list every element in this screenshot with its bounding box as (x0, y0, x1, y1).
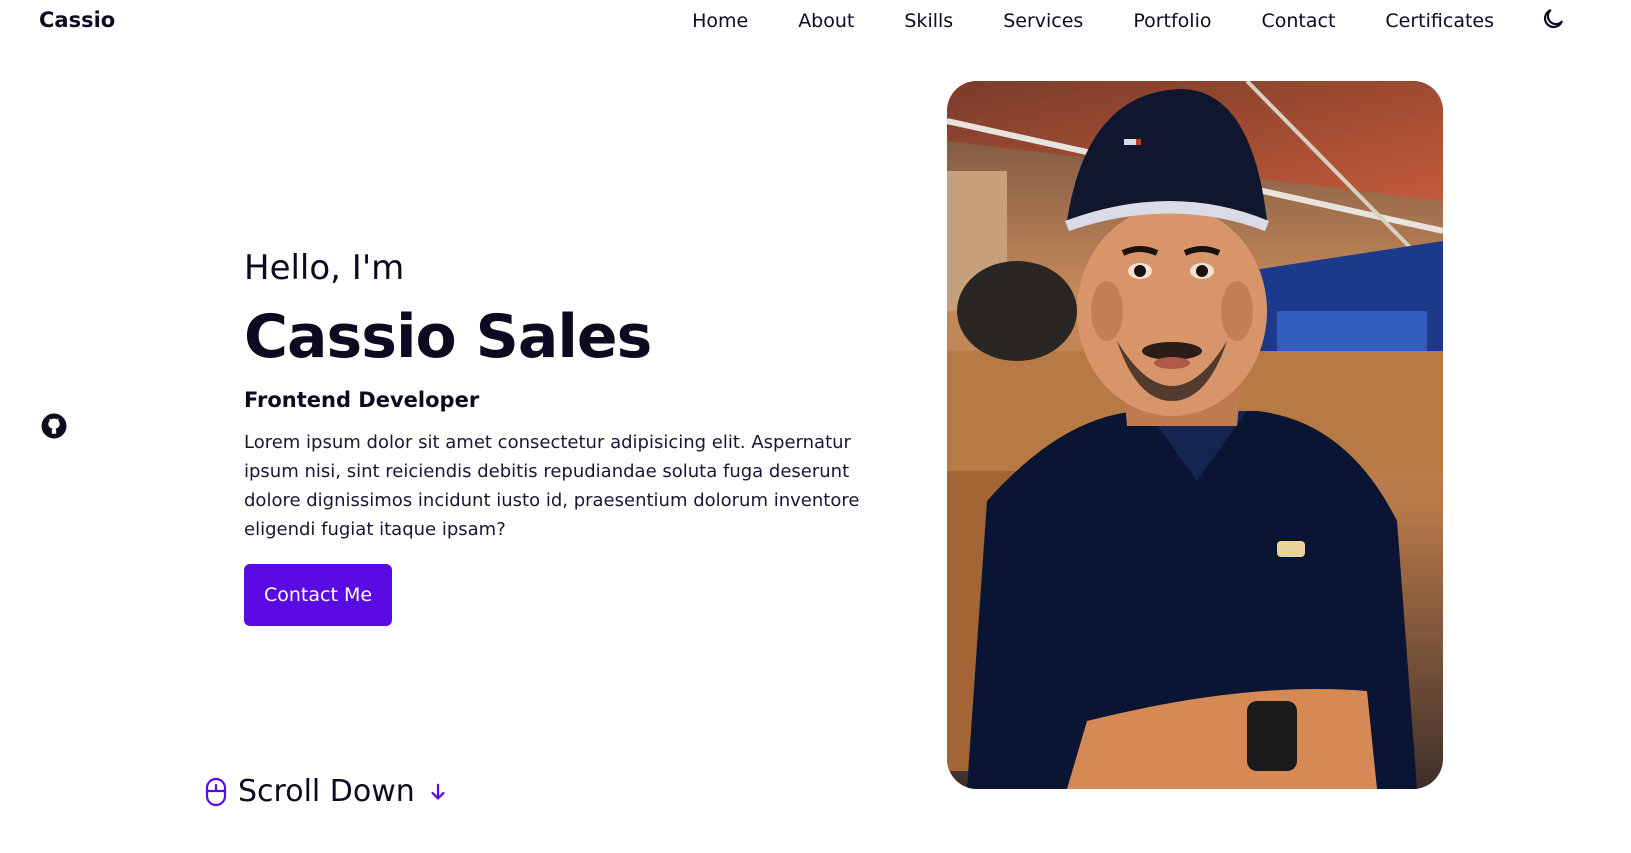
hero-section: Hello, I'm Cassio Sales Frontend Develop… (244, 246, 864, 626)
mouse-icon (204, 777, 228, 807)
moon-icon[interactable] (1540, 6, 1566, 32)
hero-name: Cassio Sales (244, 302, 652, 372)
nav-skills[interactable]: Skills (904, 10, 953, 32)
main-nav: Home About Skills Services Portfolio Con… (692, 10, 1494, 32)
hero-role: Frontend Developer (244, 388, 480, 412)
arrow-down-icon (427, 781, 449, 803)
contact-me-button[interactable]: Contact Me (244, 564, 393, 626)
scroll-down-label: Scroll Down (238, 774, 415, 809)
profile-photo (947, 81, 1443, 789)
nav-home[interactable]: Home (692, 10, 748, 32)
nav-certificates[interactable]: Certificates (1385, 10, 1494, 32)
hero-description: Lorem ipsum dolor sit amet consectetur a… (244, 432, 860, 540)
scroll-down-link[interactable]: Scroll Down (204, 774, 449, 809)
nav-services[interactable]: Services (1003, 10, 1083, 32)
hero-greeting: Hello, I'm (244, 248, 405, 288)
github-icon[interactable] (41, 413, 67, 439)
nav-portfolio[interactable]: Portfolio (1133, 10, 1211, 32)
header: Cassio Home About Skills Services Portfo… (0, 0, 1631, 46)
nav-about[interactable]: About (798, 10, 854, 32)
nav-contact[interactable]: Contact (1261, 10, 1335, 32)
logo[interactable]: Cassio (39, 8, 115, 32)
